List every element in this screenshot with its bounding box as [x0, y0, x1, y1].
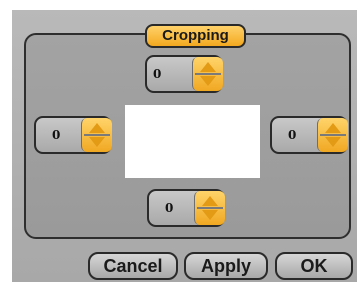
- arrow-separator: [195, 73, 221, 75]
- arrow-separator: [84, 134, 110, 136]
- crop-left-spinner[interactable]: 0: [34, 116, 114, 156]
- crop-preview: [125, 105, 260, 178]
- crop-top-value[interactable]: 0: [153, 55, 193, 93]
- crop-top-spinner[interactable]: 0: [145, 55, 225, 95]
- apply-button[interactable]: Apply: [184, 252, 268, 280]
- crop-bottom-arrows[interactable]: [194, 191, 225, 225]
- arrow-separator: [320, 134, 346, 136]
- decrement-arrow-icon[interactable]: [89, 137, 105, 147]
- decrement-arrow-icon[interactable]: [325, 137, 341, 147]
- decrement-arrow-icon[interactable]: [200, 76, 216, 86]
- arrow-separator: [197, 207, 223, 209]
- increment-arrow-icon[interactable]: [200, 62, 216, 72]
- increment-arrow-icon[interactable]: [202, 196, 218, 206]
- crop-bottom-spinner[interactable]: 0: [147, 189, 227, 229]
- increment-arrow-icon[interactable]: [325, 123, 341, 133]
- crop-right-spinner[interactable]: 0: [270, 116, 350, 156]
- dialog-title: Cropping: [145, 24, 246, 48]
- cancel-button[interactable]: Cancel: [88, 252, 178, 280]
- crop-left-arrows[interactable]: [81, 118, 112, 152]
- decrement-arrow-icon[interactable]: [202, 210, 218, 220]
- crop-right-arrows[interactable]: [317, 118, 348, 152]
- crop-top-arrows[interactable]: [192, 57, 223, 91]
- increment-arrow-icon[interactable]: [89, 123, 105, 133]
- ok-button[interactable]: OK: [275, 252, 353, 280]
